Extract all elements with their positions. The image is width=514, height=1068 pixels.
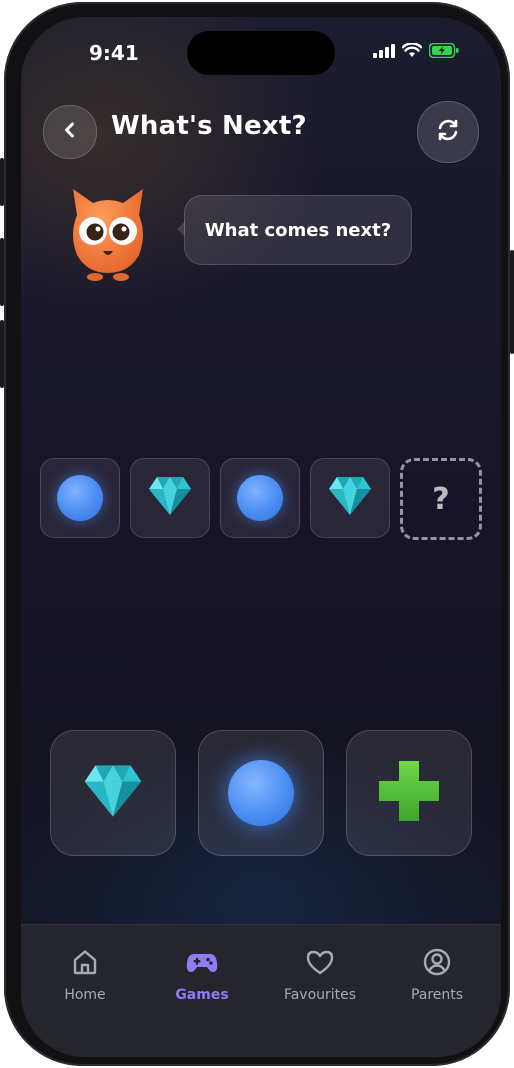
speech-bubble: What comes next? — [184, 195, 412, 265]
signal-icon — [373, 43, 395, 62]
diamond-icon — [327, 475, 373, 521]
pattern-sequence: ? — [40, 458, 482, 540]
heart-icon — [305, 947, 335, 981]
tab-games[interactable]: Games — [147, 947, 257, 1003]
mascot-icon — [65, 185, 151, 281]
refresh-button[interactable] — [417, 101, 479, 163]
option-plus-button[interactable] — [346, 730, 472, 856]
tab-label: Games — [175, 987, 229, 1003]
tab-label: Parents — [410, 987, 464, 1003]
bottom-tab-bar: Home Games Favourites Parents — [21, 924, 501, 1057]
sequence-tile-circle — [40, 458, 120, 538]
chevron-left-icon — [61, 121, 79, 143]
tab-label: Home — [64, 987, 106, 1003]
tab-parents[interactable]: Parents — [382, 947, 492, 1003]
screen: 9:41 What's Next? What comes next? ? Hom… — [21, 17, 501, 1057]
sequence-tile-diamond — [310, 458, 390, 538]
diamond-icon — [147, 475, 193, 521]
user-circle-icon — [422, 947, 452, 981]
tab-label: Favourites — [283, 987, 357, 1003]
volume-up-button — [0, 238, 4, 306]
question-mark: ? — [432, 481, 450, 517]
mute-switch — [0, 158, 4, 206]
prompt-text: What comes next? — [204, 219, 392, 241]
option-diamond-button[interactable] — [50, 730, 176, 856]
power-button — [510, 250, 514, 354]
circle-icon — [237, 475, 283, 521]
phone-frame: 9:41 What's Next? What comes next? ? Hom… — [0, 2, 514, 1066]
wifi-icon — [401, 42, 423, 62]
volume-down-button — [0, 320, 4, 388]
home-icon — [70, 947, 100, 981]
tab-home[interactable]: Home — [30, 947, 140, 1003]
battery-icon — [428, 42, 459, 62]
circle-icon — [228, 760, 294, 826]
plus-icon — [375, 757, 443, 829]
back-button[interactable] — [43, 105, 97, 159]
missing-answer-slot[interactable]: ? — [400, 458, 482, 540]
tab-favourites[interactable]: Favourites — [265, 947, 375, 1003]
sequence-tile-circle — [220, 458, 300, 538]
refresh-icon — [435, 117, 461, 147]
page-title: What's Next? — [111, 111, 307, 141]
status-time: 9:41 — [89, 41, 139, 65]
sequence-tile-diamond — [130, 458, 210, 538]
diamond-icon — [82, 762, 144, 824]
gamepad-icon — [186, 947, 218, 981]
answer-options — [50, 730, 472, 856]
option-circle-button[interactable] — [198, 730, 324, 856]
dynamic-island — [187, 31, 335, 75]
status-icons — [373, 42, 459, 62]
circle-icon — [57, 475, 103, 521]
